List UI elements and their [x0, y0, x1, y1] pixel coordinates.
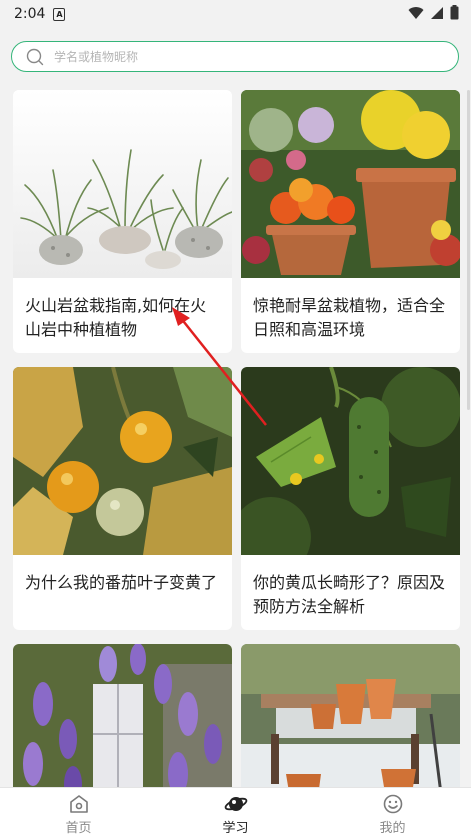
article-card-cucumber[interactable]: 你的黄瓜长畸形了？原因及预防方法全解析: [241, 367, 460, 630]
tab-mine[interactable]: 我的: [314, 788, 471, 840]
article-card-drought-tolerant[interactable]: 惊艳耐旱盆栽植物，适合全日照和高温环境: [241, 90, 460, 353]
article-title: 你的黄瓜长畸形了？原因及预防方法全解析: [253, 573, 446, 616]
tab-learn[interactable]: 学习: [157, 788, 314, 840]
article-title: 惊艳耐旱盆栽植物，适合全日照和高温环境: [253, 296, 446, 339]
planet-icon: [224, 797, 247, 811]
scrollbar[interactable]: [467, 90, 470, 410]
search-input[interactable]: [52, 48, 436, 65]
home-icon: [69, 795, 88, 813]
article-image-tomato: [13, 367, 232, 555]
status-bar: 2:04 A: [0, 0, 471, 28]
search-icon: [26, 48, 44, 65]
article-title: 火山岩盆栽指南,如何在火山岩中种植植物: [25, 296, 207, 339]
article-image-wisteria: [13, 644, 232, 804]
tab-label: 学习: [222, 821, 249, 836]
signal-icon: [431, 6, 443, 19]
article-image-terracotta: [241, 644, 460, 804]
wifi-icon: [408, 6, 424, 19]
article-card-tomato[interactable]: 为什么我的番茄叶子变黄了: [13, 367, 232, 630]
status-time: 2:04: [14, 6, 46, 22]
article-card-terracotta[interactable]: [241, 644, 460, 804]
tab-label: 首页: [65, 821, 92, 836]
tab-home[interactable]: 首页: [0, 788, 157, 840]
search-bar[interactable]: [11, 41, 459, 72]
article-card-lava-rock[interactable]: 火山岩盆栽指南,如何在火山岩中种植植物: [13, 90, 232, 353]
smiley-icon: [383, 794, 402, 814]
article-image-cucumber: [241, 367, 460, 555]
notification-icon: A: [53, 7, 66, 21]
tab-label: 我的: [379, 821, 406, 836]
article-title: 为什么我的番茄叶子变黄了: [25, 573, 218, 592]
article-image-drought-tolerant: [241, 90, 460, 278]
battery-icon: [450, 5, 459, 20]
article-card-wisteria[interactable]: [13, 644, 232, 804]
bottom-tab-bar: 首页 学习 我的: [0, 787, 471, 840]
status-icons: [408, 5, 459, 20]
article-image-lava-rock: [13, 90, 232, 278]
